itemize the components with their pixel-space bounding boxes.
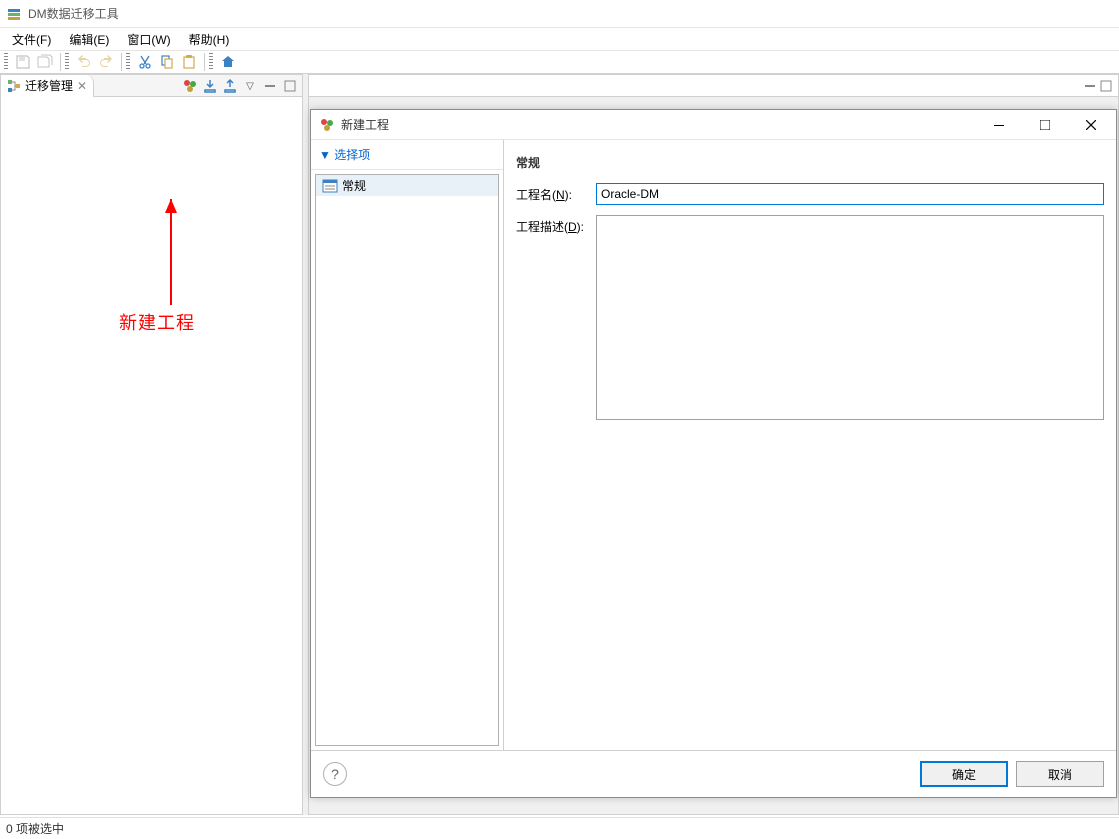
copy-icon[interactable]: [156, 51, 178, 73]
project-name-label: 工程名(N):: [516, 183, 596, 205]
status-text: 0 项被选中: [6, 820, 64, 837]
home-icon[interactable]: [217, 51, 239, 73]
nav-tree: 常规: [315, 174, 499, 746]
status-bar: 0 项被选中: [0, 817, 1119, 839]
sidebar-tab-label: 迁移管理: [25, 77, 73, 94]
menu-window[interactable]: 窗口(W): [119, 29, 178, 50]
undo-icon[interactable]: [73, 51, 95, 73]
toolbar-grip: [65, 53, 69, 71]
menu-file[interactable]: 文件(F): [4, 29, 59, 50]
toolbar-separator: [121, 53, 122, 71]
toolbar-grip: [126, 53, 130, 71]
menubar: 文件(F) 编辑(E) 窗口(W) 帮助(H): [0, 28, 1119, 50]
project-desc-label: 工程描述(D):: [516, 215, 596, 423]
redo-icon[interactable]: [95, 51, 117, 73]
sidebar-body: 新建工程: [1, 97, 302, 814]
help-button[interactable]: ?: [323, 762, 347, 786]
paste-icon[interactable]: [178, 51, 200, 73]
app-titlebar: DM数据迁移工具: [0, 0, 1119, 28]
content-tab-row: [309, 75, 1118, 97]
toolbar-grip: [209, 53, 213, 71]
new-project-icon[interactable]: [182, 78, 198, 94]
menu-help[interactable]: 帮助(H): [181, 29, 238, 50]
nav-item-general[interactable]: 常规: [316, 175, 498, 196]
maximize-view-icon[interactable]: [282, 78, 298, 94]
save-icon[interactable]: [12, 51, 34, 73]
dialog-titlebar[interactable]: 新建工程: [311, 110, 1116, 140]
dialog-minimize-button[interactable]: [976, 110, 1022, 139]
form-row-desc: 工程描述(D):: [516, 215, 1104, 423]
nav-header[interactable]: ▼ 选择项: [311, 140, 503, 170]
nav-item-label: 常规: [342, 177, 366, 194]
ok-button[interactable]: 确定: [920, 761, 1008, 787]
dialog-body: ▼ 选择项 常规 常规 工程名(N):: [311, 140, 1116, 751]
menu-edit[interactable]: 编辑(E): [61, 29, 117, 50]
dialog-maximize-button[interactable]: [1022, 110, 1068, 139]
sidebar-tab-row: 迁移管理 ✕ ▽: [1, 75, 302, 97]
dialog-close-button[interactable]: [1068, 110, 1114, 139]
toolbar-separator: [204, 53, 205, 71]
cut-icon[interactable]: [134, 51, 156, 73]
form-icon: [322, 179, 338, 193]
export-icon[interactable]: [222, 78, 238, 94]
app-title: DM数据迁移工具: [28, 5, 119, 22]
form-header: 常规: [516, 150, 1104, 183]
new-project-dialog: 新建工程 ▼ 选择项 常规: [310, 109, 1117, 798]
maximize-view-icon[interactable]: [1100, 80, 1112, 92]
toolbar-separator: [60, 53, 61, 71]
dialog-icon: [319, 117, 335, 133]
dialog-title: 新建工程: [341, 116, 976, 133]
project-desc-textarea[interactable]: [596, 215, 1104, 420]
tab-close-icon[interactable]: ✕: [77, 79, 87, 93]
save-all-icon[interactable]: [34, 51, 56, 73]
form-row-name: 工程名(N):: [516, 183, 1104, 205]
tree-icon: [7, 79, 21, 93]
toolbar-grip: [4, 53, 8, 71]
app-icon: [6, 6, 22, 22]
sidebar-panel: 迁移管理 ✕ ▽: [0, 74, 303, 815]
toolbar: [0, 50, 1119, 74]
import-icon[interactable]: [202, 78, 218, 94]
minimize-view-icon[interactable]: [262, 78, 278, 94]
annotation-arrow: [161, 199, 181, 309]
cancel-button[interactable]: 取消: [1016, 761, 1104, 787]
dialog-nav: ▼ 选择项 常规: [311, 140, 504, 750]
dialog-form: 常规 工程名(N): 工程描述(D):: [504, 140, 1116, 750]
project-name-input[interactable]: [596, 183, 1104, 205]
annotation-label: 新建工程: [119, 309, 195, 335]
dialog-footer: ? 确定 取消: [311, 751, 1116, 797]
view-menu-icon[interactable]: ▽: [242, 78, 258, 94]
minimize-view-icon[interactable]: [1084, 80, 1096, 92]
sidebar-tab-migration[interactable]: 迁移管理 ✕: [1, 75, 94, 97]
